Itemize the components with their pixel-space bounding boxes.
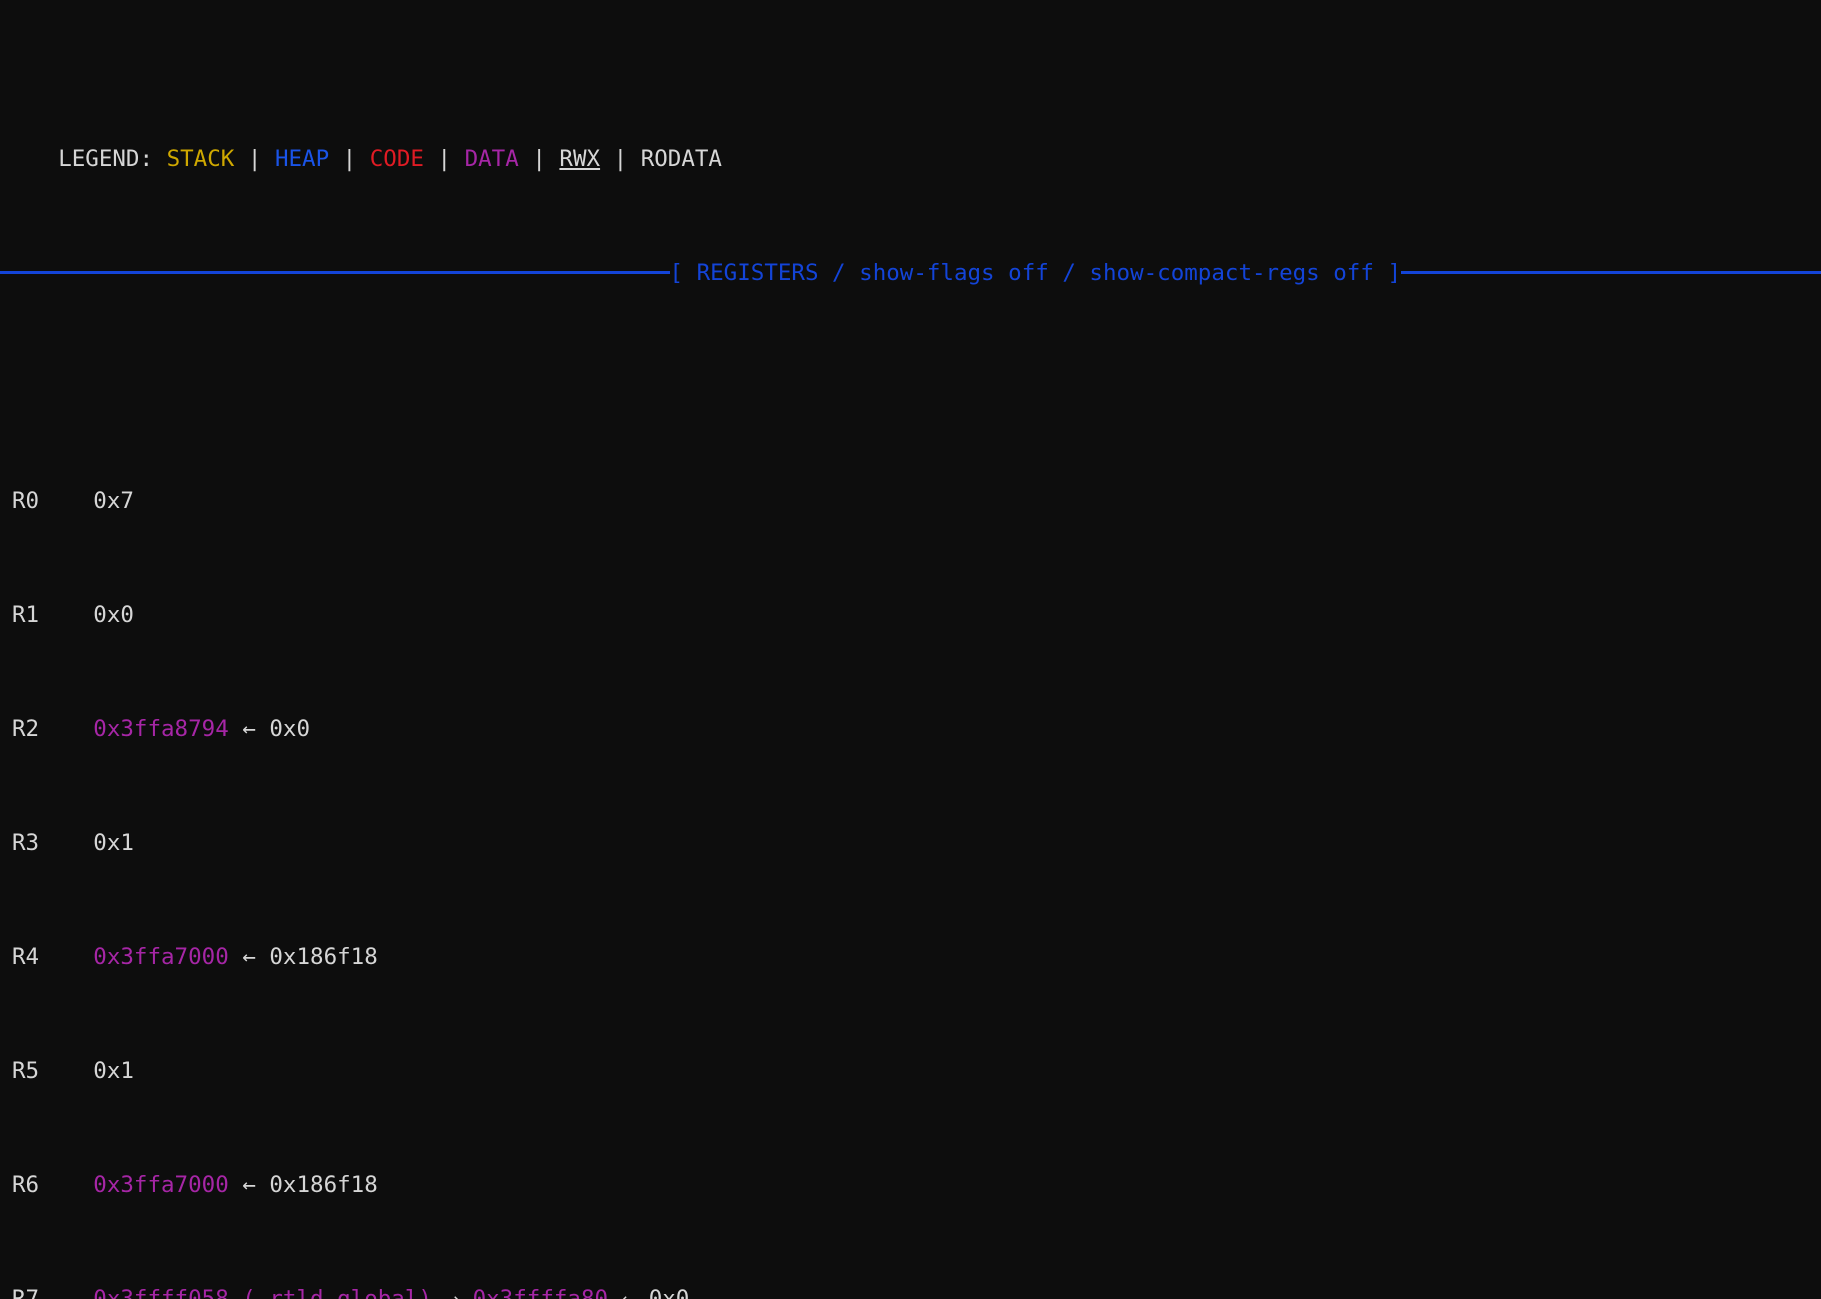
register-row-r1: R1 0x0 [12,601,1821,630]
legend-item-rwx: RWX [559,145,601,172]
deref-arrow-icon: ← [242,943,256,970]
deref-arrow-icon: ← [242,1171,256,1198]
register-deref: 0x0 [269,715,311,742]
legend-sep-1: | [247,145,262,172]
register-row-r0: R0 0x7 [12,487,1821,516]
register-row-r6: R6 0x3ffa7000 ← 0x186f18 [12,1171,1821,1200]
register-value: 0x1 [93,829,134,856]
register-row-r5: R5 0x1 [12,1057,1821,1086]
deref-arrow-icon: ← [242,715,256,742]
register-row-r3: R3 0x1 [12,829,1821,858]
legend-item-rodata: RODATA [640,145,722,172]
legend-sep-4: | [532,145,546,172]
register-value: 0x3ffff058 [93,1285,229,1299]
register-name: R6 [12,1171,40,1198]
registers-pane: R0 0x7 R1 0x0 R2 0x3ffa8794 ← 0x0 R3 0x1… [0,401,1821,1299]
legend-row: LEGEND: STACK | HEAP | CODE | DATA | RWX… [0,116,1821,172]
register-value: 0x3ffa8794 [93,715,229,742]
deref-arrow-icon: ← [621,1285,636,1299]
register-name: R0 [12,487,40,514]
register-symbol: (_rtld_global) [242,1285,432,1299]
legend-sep-3: | [437,145,452,172]
legend-item-heap: HEAP [274,145,330,172]
register-value: 0x7 [93,487,134,514]
register-row-r2: R2 0x3ffa8794 ← 0x0 [12,715,1821,744]
points-arrow-icon: → [445,1285,460,1299]
register-deref: 0x0 [648,1285,690,1299]
register-deref: 0x186f18 [269,943,378,970]
registers-section-header: [ REGISTERS / show-flags off / show-comp… [0,259,1821,288]
register-name: R3 [12,829,40,856]
register-name: R4 [12,943,40,970]
legend-item-data: DATA [464,145,519,172]
register-value: 0x0 [93,601,134,628]
register-row-r4: R4 0x3ffa7000 ← 0x186f18 [12,943,1821,972]
register-name: R1 [12,601,40,628]
terminal-screen: LEGEND: STACK | HEAP | CODE | DATA | RWX… [0,0,1821,1299]
rule-right [1401,271,1821,275]
register-value: 0x3ffa7000 [93,1171,229,1198]
register-next: 0x3ffffa80 [472,1285,609,1299]
legend-sep-5: | [613,145,628,172]
register-value: 0x1 [93,1057,134,1084]
legend-sep-2: | [342,145,357,172]
legend-item-code: CODE [369,145,424,172]
legend-item-stack: STACK [166,145,235,172]
legend-label: LEGEND: [58,145,154,172]
register-row-r7: R7 0x3ffff058 (_rtld_global) → 0x3ffffa8… [12,1285,1821,1299]
register-value: 0x3ffa7000 [93,943,229,970]
register-deref: 0x186f18 [269,1171,378,1198]
registers-header-label: [ REGISTERS / show-flags off / show-comp… [669,259,1402,286]
register-name: R5 [12,1057,40,1084]
rule-left [0,271,670,275]
register-name: R7 [12,1285,40,1299]
register-name: R2 [12,715,40,742]
